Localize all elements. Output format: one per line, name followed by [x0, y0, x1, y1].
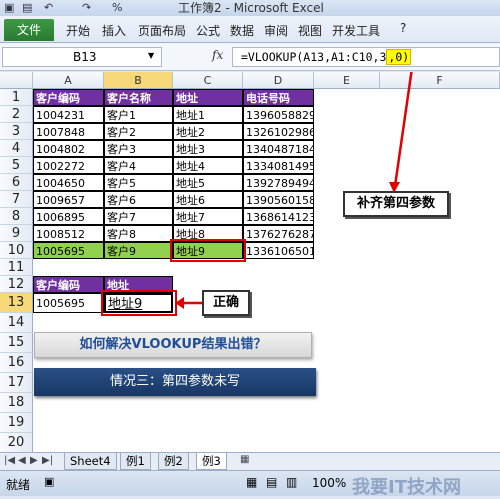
formula-fourth-param: ,0) [386, 49, 412, 65]
tab-insert[interactable]: 插入 [102, 22, 126, 39]
formula-input[interactable]: =VLOOKUP(A13,A1:C10,3,0) [232, 47, 500, 67]
tab-view[interactable]: 视图 [298, 22, 322, 39]
tab-developer[interactable]: 开发工具 [332, 22, 380, 39]
ribbon-tabs: 文件 开始 插入 页面布局 公式 数据 审阅 视图 开发工具 ? [0, 16, 500, 43]
insert-sheet-icon[interactable]: ▦ [240, 454, 249, 465]
title-bar: ▣ ▤ ↶ ↷ % 工作簿2 - Microsoft Excel [0, 0, 500, 16]
zoom-level[interactable]: 100% [312, 476, 346, 490]
last-sheet-icon[interactable]: ▶| [42, 455, 53, 466]
tab-home[interactable]: 开始 [66, 22, 90, 39]
macro-record-icon[interactable]: ▣ [44, 475, 54, 488]
function-icon[interactable]: fx [212, 48, 223, 62]
save-icon[interactable]: ▤ [22, 1, 32, 14]
page-layout-view-icon[interactable]: ▤ [266, 475, 277, 489]
tab-data[interactable]: 数据 [230, 22, 254, 39]
window-title: 工作簿2 - Microsoft Excel [178, 1, 324, 15]
spreadsheet-grid[interactable]: A B C D E F 1 2 3 4 5 6 7 8 9 10 11 12 1… [0, 72, 500, 452]
redo-icon[interactable]: ↷ [82, 1, 91, 14]
question-banner: 如何解决VLOOKUP结果出错？ [34, 332, 312, 358]
undo-icon[interactable]: ↶ [44, 1, 53, 14]
first-sheet-icon[interactable]: |◀ [4, 455, 15, 466]
help-icon[interactable]: ? [400, 21, 406, 35]
chevron-down-icon[interactable]: ▼ [148, 51, 154, 60]
percent-icon[interactable]: % [112, 1, 122, 14]
next-sheet-icon[interactable]: ▶ [30, 455, 38, 466]
prev-sheet-icon[interactable]: ◀ [18, 455, 26, 466]
formula-text: =VLOOKUP(A13,A1:C10,3 [241, 50, 387, 64]
tab-page-layout[interactable]: 页面布局 [138, 22, 186, 39]
sheet-tab-ex3[interactable]: 例3 [196, 453, 227, 470]
formula-bar: B13 ▼ fx =VLOOKUP(A13,A1:C10,3,0) [0, 43, 500, 71]
normal-view-icon[interactable]: ▦ [246, 475, 257, 489]
status-bar: 就绪 ▣ ▦ ▤ ▥ 100% 我要IT技术网 [0, 470, 500, 498]
watermark-text: 我要IT技术网 [352, 477, 461, 498]
file-tab[interactable]: 文件 [4, 19, 54, 41]
sheet-tab-sheet4[interactable]: Sheet4 [64, 453, 117, 470]
sheet-tab-ex2[interactable]: 例2 [158, 453, 189, 470]
page-break-view-icon[interactable]: ▥ [286, 475, 297, 489]
excel-logo-icon: ▣ [4, 1, 15, 14]
tab-formulas[interactable]: 公式 [196, 22, 220, 39]
name-box[interactable]: B13 [2, 47, 162, 67]
sheet-tab-ex1[interactable]: 例1 [120, 453, 151, 470]
case-banner: 情况三：第四参数未写 [34, 368, 316, 396]
tab-review[interactable]: 审阅 [264, 22, 288, 39]
status-ready: 就绪 [6, 478, 31, 492]
sheet-tab-bar: |◀ ◀ ▶ ▶| Sheet4 例1 例2 例3 ▦ [0, 452, 500, 470]
